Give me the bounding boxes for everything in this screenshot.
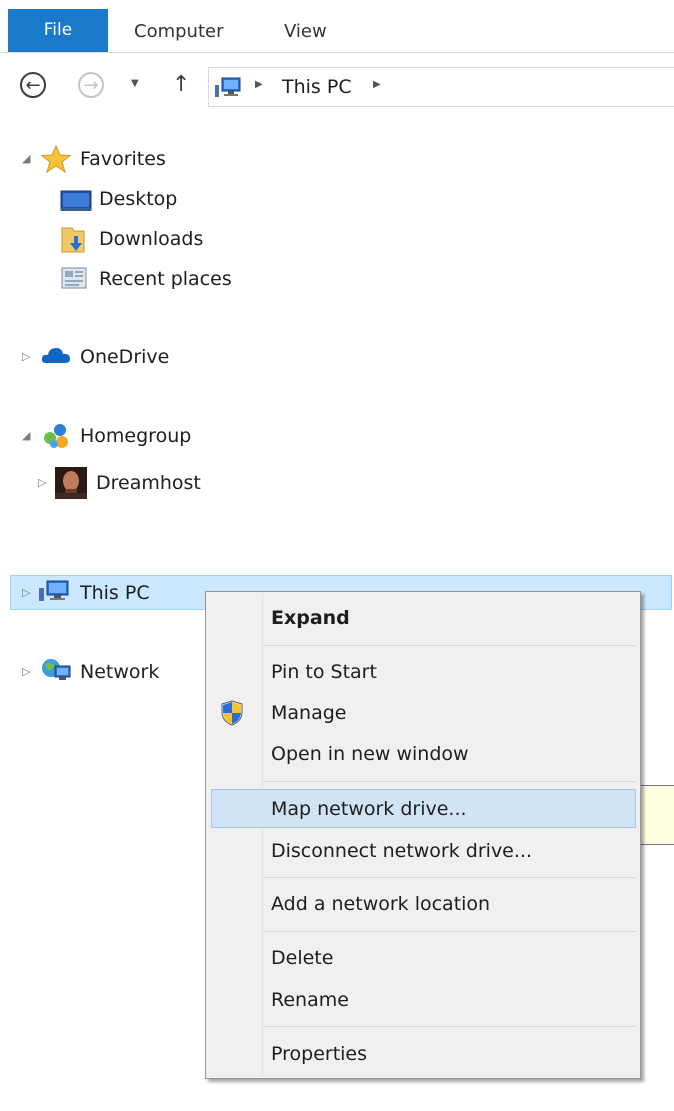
menu-item-disconnect-network-drive[interactable]: Disconnect network drive...	[271, 837, 532, 865]
tree-item-onedrive[interactable]: OneDrive	[80, 340, 169, 374]
tab-computer[interactable]: Computer	[134, 9, 223, 52]
tree-item-favorites[interactable]: Favorites	[80, 142, 166, 176]
tree-item-homegroup[interactable]: Homegroup	[80, 419, 191, 453]
tree-item-network[interactable]: Network	[80, 655, 159, 689]
expand-network-icon[interactable]: ▷	[22, 655, 30, 689]
forward-button[interactable]: →	[78, 72, 104, 98]
up-button[interactable]: ↑	[172, 72, 190, 98]
context-menu: Expand Pin to Start Manage Open in new w…	[205, 591, 641, 1079]
tree-item-this-pc[interactable]: This PC	[80, 576, 150, 610]
recent-locations-dropdown[interactable]: ▼	[131, 78, 139, 89]
expand-onedrive-icon[interactable]: ▷	[22, 340, 30, 374]
menu-separator	[264, 877, 636, 878]
downloads-icon	[61, 227, 85, 253]
cloud-icon	[41, 348, 70, 363]
back-button[interactable]: ←	[20, 72, 46, 98]
this-pc-icon	[215, 77, 241, 97]
user-avatar	[55, 467, 87, 499]
menu-item-expand[interactable]: Expand	[271, 604, 350, 632]
menu-item-delete[interactable]: Delete	[271, 944, 333, 972]
tree-item-dreamhost[interactable]: Dreamhost	[96, 466, 201, 500]
breadcrumb-separator-icon: ▶	[255, 79, 263, 90]
network-icon	[42, 659, 71, 680]
recent-places-icon	[61, 267, 87, 289]
menu-gutter	[262, 594, 263, 1076]
tab-view[interactable]: View	[284, 9, 327, 52]
collapse-homegroup-icon[interactable]: ◢	[22, 419, 30, 453]
homegroup-icon	[44, 424, 68, 448]
menu-separator	[264, 781, 636, 782]
tree-item-downloads[interactable]: Downloads	[99, 222, 203, 256]
collapse-favorites-icon[interactable]: ◢	[22, 142, 30, 176]
star-icon	[41, 145, 71, 173]
menu-separator	[264, 931, 636, 932]
menu-item-rename[interactable]: Rename	[271, 986, 349, 1014]
tab-file[interactable]: File	[8, 9, 108, 52]
breadcrumb-chevron-icon[interactable]: ▶	[373, 79, 381, 90]
menu-item-map-network-drive[interactable]: Map network drive...	[271, 795, 467, 823]
menu-item-pin-to-start[interactable]: Pin to Start	[271, 658, 377, 686]
address-bar[interactable]: ▶ This PC ▶	[208, 67, 674, 107]
tree-item-recent-places[interactable]: Recent places	[99, 262, 232, 296]
ribbon: File Computer View	[0, 0, 674, 53]
expand-dreamhost-icon[interactable]: ▷	[38, 466, 46, 500]
up-arrow-icon: ↑	[172, 72, 191, 97]
expand-this-pc-icon[interactable]: ▷	[22, 576, 30, 610]
menu-separator	[264, 645, 636, 646]
uac-shield-icon	[221, 700, 243, 726]
back-arrow-icon: ←	[25, 75, 41, 96]
menu-item-manage[interactable]: Manage	[271, 699, 346, 727]
breadcrumb-this-pc[interactable]: This PC	[282, 73, 352, 101]
menu-item-add-network-location[interactable]: Add a network location	[271, 890, 490, 918]
forward-arrow-icon: →	[83, 75, 99, 96]
menu-item-properties[interactable]: Properties	[271, 1040, 367, 1068]
this-pc-icon	[39, 580, 69, 601]
desktop-icon	[60, 190, 92, 211]
menu-separator	[264, 1026, 636, 1027]
chevron-down-icon: ▼	[131, 78, 139, 89]
menu-item-open-in-new-window[interactable]: Open in new window	[271, 740, 469, 768]
tree-item-desktop[interactable]: Desktop	[99, 182, 177, 216]
